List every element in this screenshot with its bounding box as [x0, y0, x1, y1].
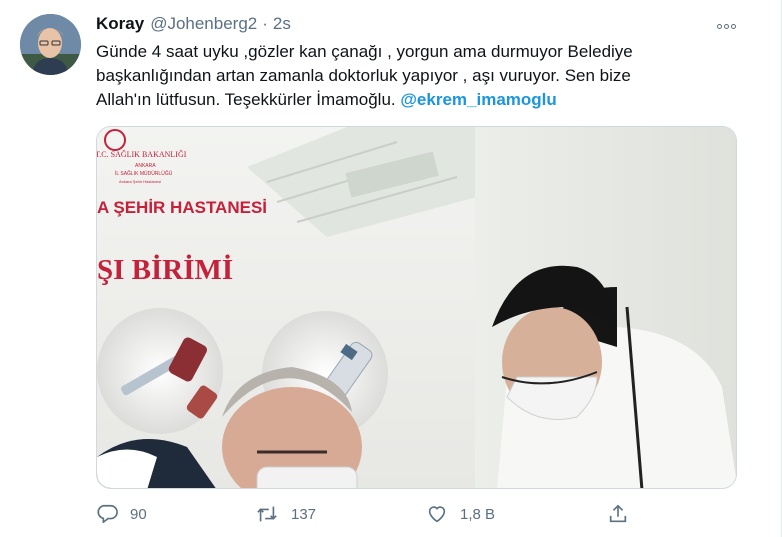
- tweet[interactable]: Koray @Johenberg2 · 2s Günde 4 saat uyku…: [0, 0, 782, 537]
- like-count: 1,8 B: [460, 505, 496, 523]
- more-icon[interactable]: [714, 16, 738, 36]
- tweet-text-line-2: başkanlığından artan zamanla doktorluk y…: [96, 66, 631, 85]
- tweet-text: Günde 4 saat uyku ,gözler kan çanağı , y…: [96, 40, 736, 112]
- author-handle[interactable]: @Johenberg2: [150, 14, 257, 34]
- separator-dot: ·: [262, 14, 268, 33]
- author-name[interactable]: Koray: [96, 14, 144, 34]
- tweet-text-line-3: Allah'ın lütfusun. Teşekkürler İmamoğlu.…: [96, 88, 736, 112]
- banner-hospital-small: Ankara Şehir Hastanesi: [119, 179, 161, 184]
- retweet-button[interactable]: 137: [255, 500, 316, 528]
- banner-directorate: İL SAĞLIK MÜDÜRLÜĞÜ: [115, 170, 173, 177]
- retweet-count: 137: [291, 505, 317, 523]
- share-icon: [609, 504, 627, 523]
- tweet-timestamp[interactable]: 2s: [273, 14, 291, 34]
- reply-button[interactable]: 90: [96, 500, 147, 528]
- banner-ministry: T.C. SAĞLIK BAKANLIĞI: [97, 149, 187, 159]
- like-icon: [428, 506, 446, 523]
- mention-link[interactable]: @ekrem_imamoglu: [400, 90, 556, 109]
- retweet-icon: [257, 506, 277, 522]
- banner-unit: ŞI BİRİMİ: [97, 253, 233, 286]
- banner-city: ANKARA: [135, 163, 156, 169]
- banner-hospital: A ŞEHİR HASTANESİ: [97, 198, 267, 217]
- tweet-actions: 90 137 1,8 B: [96, 500, 736, 528]
- tweet-text-line-1: Günde 4 saat uyku ,gözler kan çanağı , y…: [96, 42, 633, 61]
- tweet-header: Koray @Johenberg2 · 2s: [96, 14, 291, 36]
- reply-count: 90: [130, 505, 147, 523]
- tweet-text-line-3-body: Allah'ın lütfusun. Teşekkürler İmamoğlu.: [96, 90, 401, 109]
- like-button[interactable]: 1,8 B: [426, 500, 495, 528]
- avatar[interactable]: [20, 14, 81, 75]
- share-button[interactable]: [607, 500, 629, 528]
- tweet-photo[interactable]: T.C. SAĞLIK BAKANLIĞI ANKARA İL SAĞLIK M…: [96, 126, 737, 489]
- reply-icon: [97, 504, 118, 524]
